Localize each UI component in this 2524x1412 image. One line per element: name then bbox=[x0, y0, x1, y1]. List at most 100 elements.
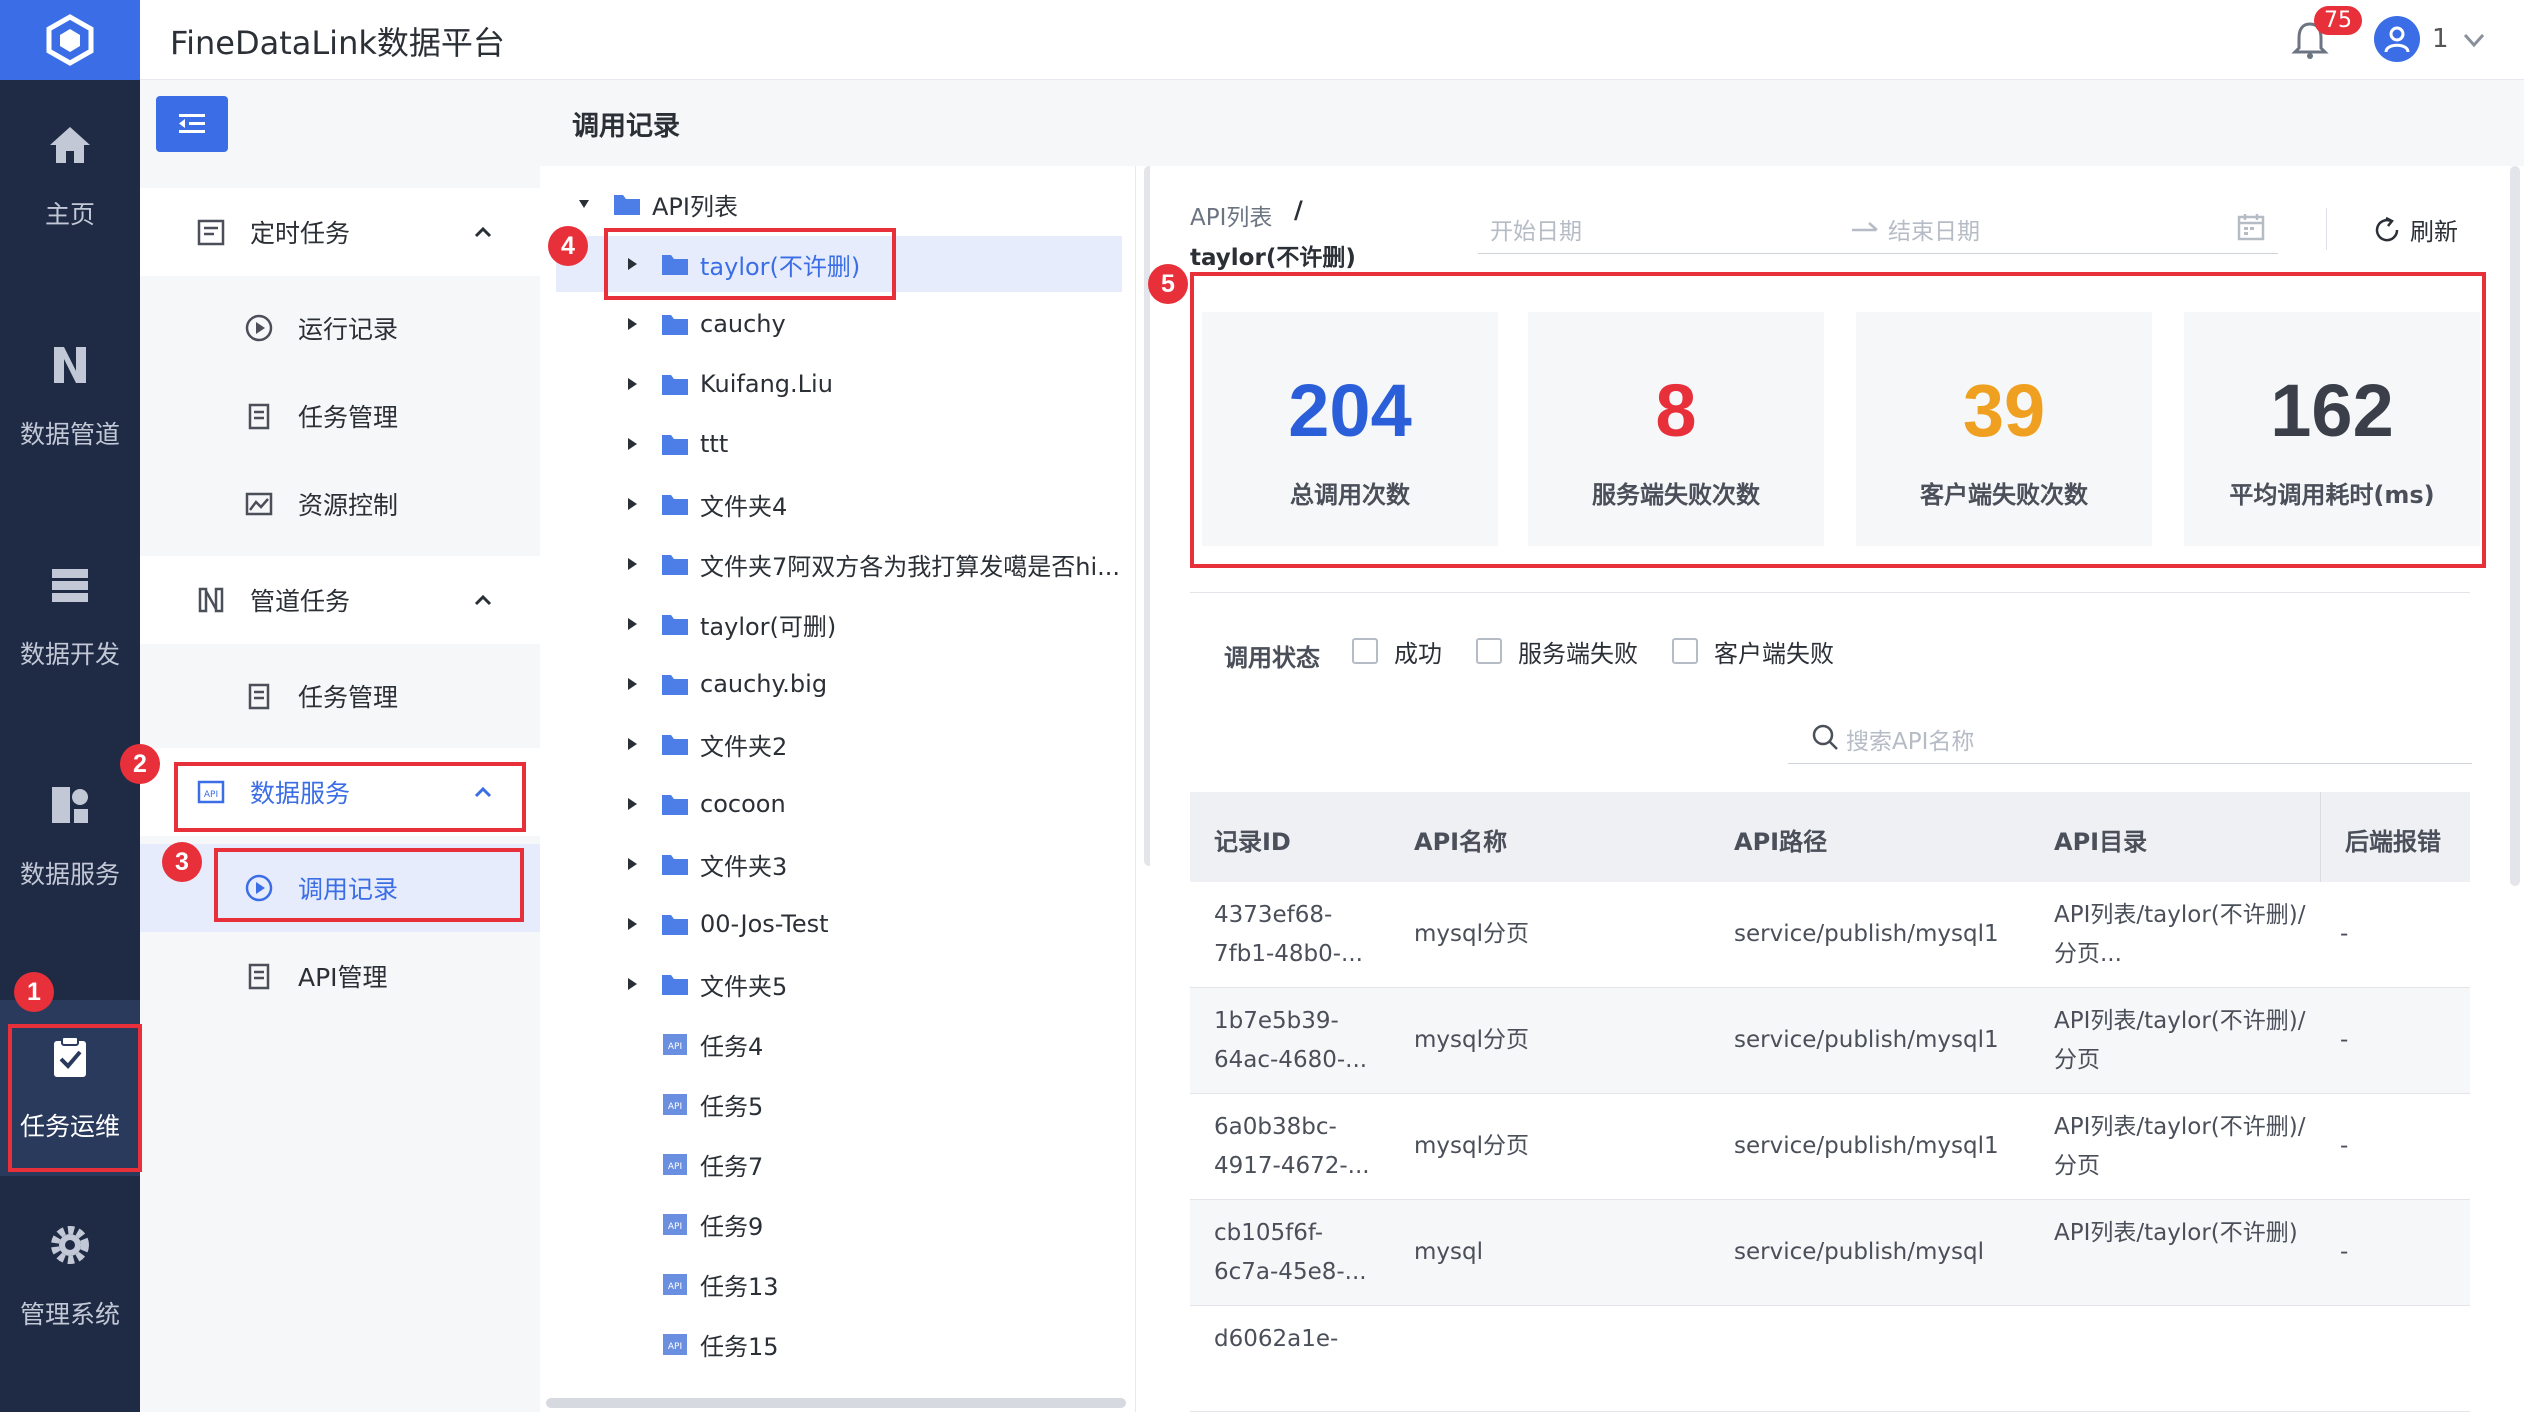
tree-folder[interactable]: ttt bbox=[540, 416, 1130, 472]
start-date-input[interactable]: 开始日期 bbox=[1490, 212, 1582, 246]
tree-api[interactable]: API 任务15 bbox=[540, 1316, 1130, 1372]
nav-group-scheduled[interactable]: 定时任务 bbox=[140, 188, 540, 276]
cell-line: API列表/taylor(不许删)/ bbox=[2054, 1114, 2306, 1140]
column-header[interactable]: API路径 bbox=[1734, 822, 1827, 857]
collapse-menu-button[interactable] bbox=[156, 96, 228, 152]
caret-right-icon[interactable] bbox=[624, 856, 640, 872]
column-header[interactable]: API名称 bbox=[1414, 822, 1507, 857]
folder-icon bbox=[662, 795, 688, 815]
breadcrumb-root[interactable]: API列表 bbox=[1190, 198, 1272, 232]
caret-right-icon[interactable] bbox=[624, 676, 640, 692]
end-date-input[interactable]: 结束日期 bbox=[1888, 212, 1980, 246]
cell-line: 1b7e5b39- bbox=[1214, 1008, 1339, 1034]
tree-api[interactable]: API 任务7 bbox=[540, 1136, 1130, 1192]
caret-right-icon[interactable] bbox=[624, 736, 640, 752]
search-input[interactable]: 搜索API名称 bbox=[1788, 714, 2472, 764]
tree-api[interactable]: API 任务5 bbox=[540, 1076, 1130, 1132]
folder-icon bbox=[662, 735, 688, 755]
cell-record-id: 6a0b38bc- 4917-4672-... bbox=[1214, 1108, 1404, 1186]
column-header[interactable]: API目录 bbox=[2054, 822, 2147, 857]
breadcrumb-current: taylor(不许删) bbox=[1190, 245, 1356, 271]
tree-folder[interactable]: cauchy.big bbox=[540, 656, 1130, 712]
nav-item-task-manage[interactable]: 任务管理 bbox=[140, 372, 540, 460]
tree-folder[interactable]: 文件夹2 bbox=[540, 716, 1130, 772]
column-header[interactable]: 记录ID bbox=[1214, 822, 1291, 857]
table-row[interactable]: 4373ef68- 7fb1-48b0-... mysql分页 service/pub… bbox=[1190, 882, 2470, 988]
caret-right-icon[interactable] bbox=[624, 976, 640, 992]
table-row[interactable]: 6a0b38bc- 4917-4672-... mysql分页 service/pub… bbox=[1190, 1094, 2470, 1200]
filter-checkbox-server-fail[interactable]: 服务端失败 bbox=[1476, 636, 1638, 668]
nav-item-label: 资源控制 bbox=[298, 491, 399, 520]
tree-label: taylor(可删) bbox=[700, 612, 837, 641]
calendar-icon[interactable] bbox=[2236, 212, 2266, 242]
rail-item-home[interactable]: 主页 bbox=[0, 96, 140, 256]
tree-label: 文件夹5 bbox=[700, 972, 788, 1001]
annotation-box-1 bbox=[8, 1024, 142, 1172]
table-row[interactable]: 1b7e5b39- 64ac-4680-... mysql分页 service/pub… bbox=[1190, 988, 2470, 1094]
rail-item-service[interactable]: 数据服务 bbox=[0, 756, 140, 916]
caret-right-icon[interactable] bbox=[624, 436, 640, 452]
tree-api[interactable]: API 任务4 bbox=[540, 1016, 1130, 1072]
sticky-column-header: 后端报错 bbox=[2320, 792, 2470, 882]
annotation-marker-5: 5 bbox=[1148, 264, 1188, 304]
tree-api[interactable]: API 任务13 bbox=[540, 1256, 1130, 1312]
tree-folder[interactable]: taylor(可删) bbox=[540, 596, 1130, 652]
tree-label: 任务7 bbox=[700, 1152, 764, 1181]
cell-api-path: service/publish/mysql1 bbox=[1734, 1027, 1999, 1053]
tree-api[interactable]: API 任务9 bbox=[540, 1196, 1130, 1252]
nav-item-resource-control[interactable]: 资源控制 bbox=[140, 460, 540, 548]
tree-folder[interactable]: 文件夹3 bbox=[540, 836, 1130, 892]
caret-right-icon[interactable] bbox=[624, 316, 640, 332]
tree-label: 文件夹2 bbox=[700, 732, 788, 761]
cell-backend-error: - bbox=[2340, 1027, 2349, 1053]
tree-folder[interactable]: 文件夹7阿双方各为我打算发噶是否hi... bbox=[540, 536, 1130, 592]
call-record-table: 记录ID API名称 API路径 API目录 后端报错 4373ef68- 7fb… bbox=[1190, 792, 2470, 1412]
filter-checkbox-success[interactable]: 成功 bbox=[1352, 636, 1442, 668]
rail-item-admin[interactable]: 管理系统 bbox=[0, 1196, 140, 1356]
nav-group-pipeline[interactable]: 管道任务 bbox=[140, 556, 540, 644]
date-range-picker[interactable]: 开始日期 结束日期 bbox=[1478, 206, 2278, 254]
table-header: 记录ID API名称 API路径 API目录 后端报错 bbox=[1190, 792, 2470, 882]
checkbox[interactable] bbox=[1352, 638, 1378, 664]
cell-record-id: 4373ef68- 7fb1-48b0-... bbox=[1214, 896, 1404, 974]
checkbox[interactable] bbox=[1672, 638, 1698, 664]
cell-api-dir: API列表/taylor(不许删) bbox=[2054, 1214, 2324, 1253]
caret-right-icon[interactable] bbox=[624, 916, 640, 932]
nav-item-pipeline-task-manage[interactable]: 任务管理 bbox=[140, 652, 540, 740]
filter-label: 调用状态 bbox=[1224, 644, 1320, 672]
tree-folder[interactable]: Kuifang.Liu bbox=[540, 356, 1130, 412]
table-row[interactable]: d6062a1e- bbox=[1190, 1306, 2470, 1412]
folder-icon bbox=[662, 555, 688, 575]
caret-right-icon[interactable] bbox=[624, 556, 640, 572]
column-header[interactable]: 后端报错 bbox=[2345, 822, 2441, 857]
rail-item-dev[interactable]: 数据开发 bbox=[0, 536, 140, 696]
gear-icon bbox=[51, 1226, 89, 1264]
nav-item-api-manage[interactable]: API管理 bbox=[140, 932, 540, 1020]
checkbox[interactable] bbox=[1476, 638, 1502, 664]
cell-line: API列表/taylor(不许删) bbox=[2054, 1220, 2298, 1246]
chevron-down-icon[interactable] bbox=[2460, 26, 2488, 54]
tree-root[interactable]: API列表 bbox=[540, 176, 1130, 232]
caret-down-icon[interactable] bbox=[576, 196, 592, 212]
caret-right-icon[interactable] bbox=[624, 616, 640, 632]
tree-folder[interactable]: cauchy bbox=[540, 296, 1130, 352]
tree-folder[interactable]: 文件夹5 bbox=[540, 956, 1130, 1012]
tree-folder[interactable]: cocoon bbox=[540, 776, 1130, 832]
caret-right-icon[interactable] bbox=[624, 796, 640, 812]
cell-line: API列表/taylor(不许删)/ bbox=[2054, 902, 2306, 928]
avatar[interactable] bbox=[2374, 16, 2420, 62]
detail-vertical-scrollbar[interactable] bbox=[2510, 166, 2520, 886]
tree-label: 任务15 bbox=[700, 1332, 779, 1361]
tree-folder[interactable]: 文件夹4 bbox=[540, 476, 1130, 532]
cell-line: API列表/taylor(不许删)/ bbox=[2054, 1008, 2306, 1034]
caret-right-icon[interactable] bbox=[624, 496, 640, 512]
app-logo[interactable] bbox=[0, 0, 140, 80]
table-row[interactable]: cb105f6f- 6c7a-45e8-... mysql service/publi… bbox=[1190, 1200, 2470, 1306]
rail-item-pipeline[interactable]: 数据管道 bbox=[0, 316, 140, 476]
tree-folder[interactable]: 00-Jos-Test bbox=[540, 896, 1130, 952]
caret-right-icon[interactable] bbox=[624, 376, 640, 392]
tree-horizontal-scrollbar[interactable] bbox=[546, 1398, 1126, 1408]
nav-item-run-record[interactable]: 运行记录 bbox=[140, 284, 540, 372]
filter-checkbox-client-fail[interactable]: 客户端失败 bbox=[1672, 636, 1834, 668]
refresh-button[interactable]: 刷新 bbox=[2372, 212, 2458, 247]
